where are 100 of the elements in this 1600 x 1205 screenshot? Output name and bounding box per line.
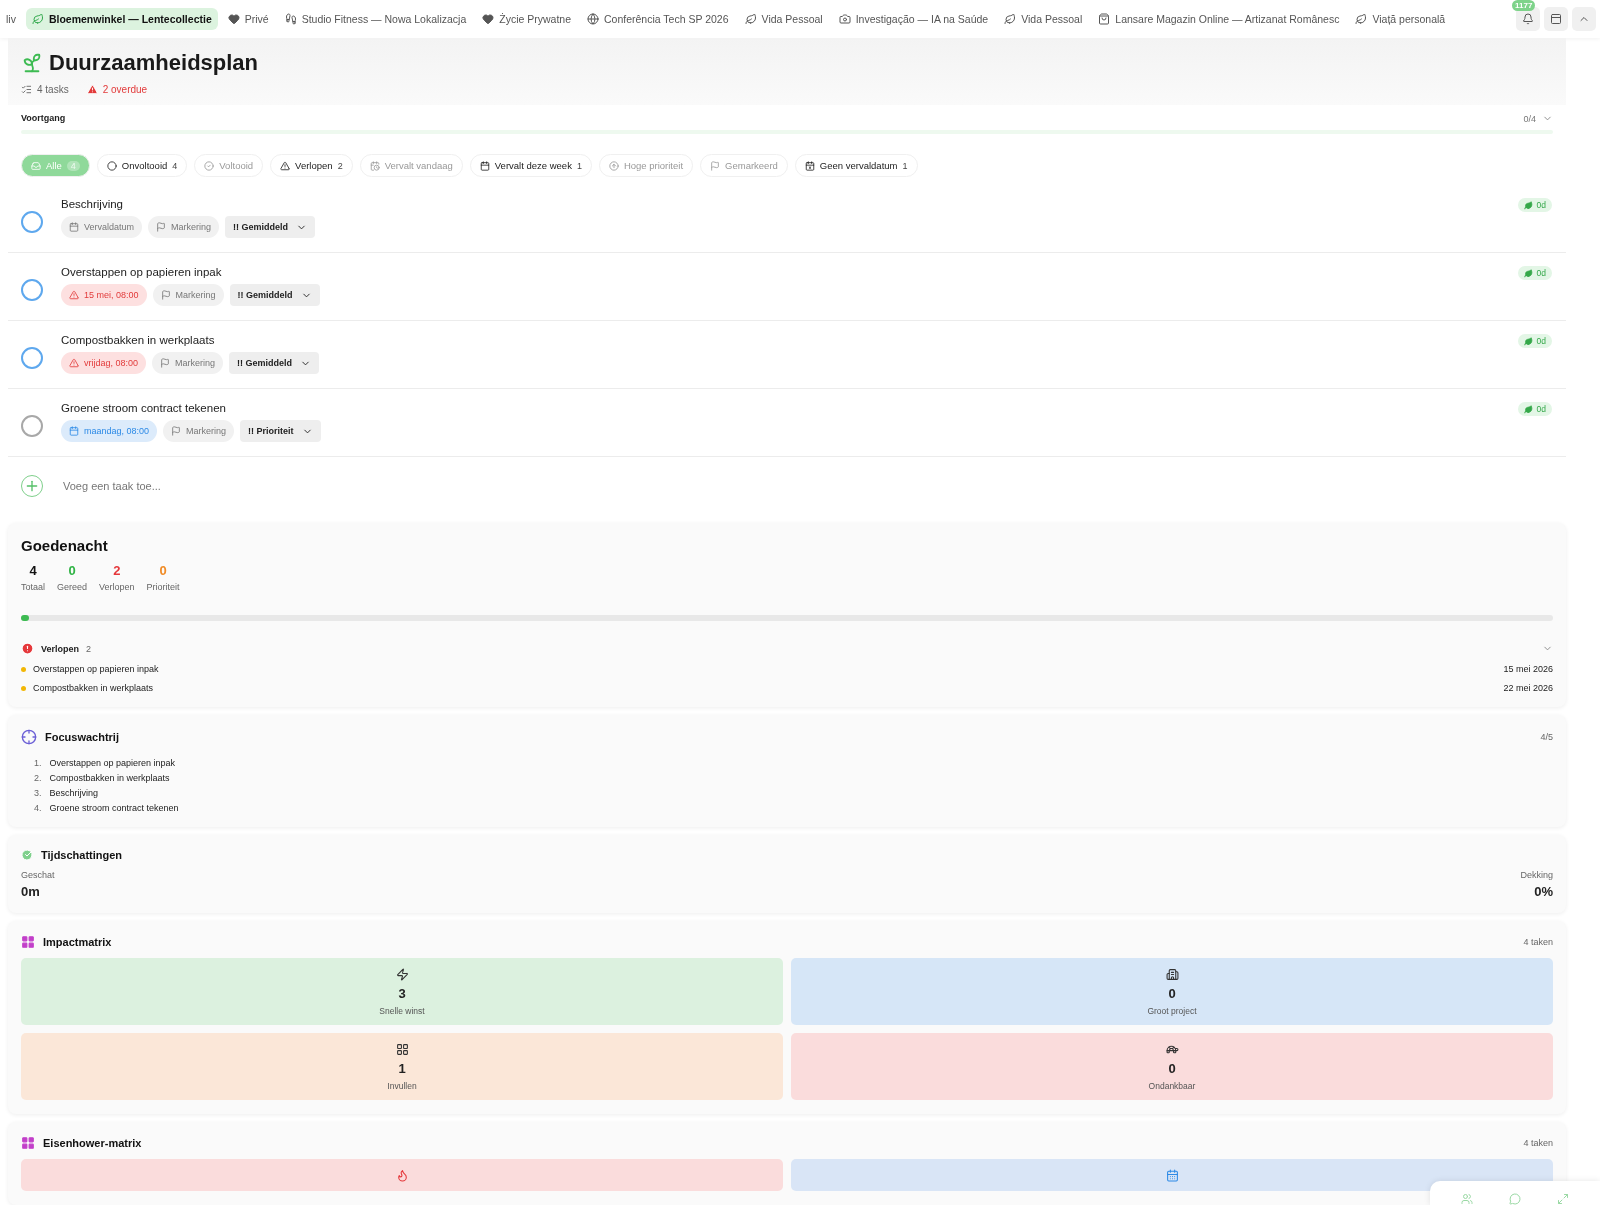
stat-value: 0 (159, 563, 167, 578)
task-checkbox[interactable] (21, 415, 43, 437)
leaf-icon (1355, 13, 1368, 25)
workspace-tab[interactable]: liv (0, 8, 22, 30)
stat-value: 0 (68, 563, 76, 578)
task-checkbox[interactable] (21, 211, 43, 233)
inbox-icon (31, 160, 41, 171)
focus-count: 4/5 (1540, 732, 1553, 742)
workspace-tab[interactable]: Studio Fitness — Nowa Lokalizacja (278, 8, 473, 30)
heart-icon (482, 13, 495, 25)
priority-dropdown[interactable]: !! Prioriteit (240, 420, 321, 442)
quadrant-count: 0 (1168, 986, 1176, 1001)
focus-task: Compostbakken in werkplaats (49, 773, 170, 783)
eisenhower-title: Eisenhower-matrix (43, 1137, 142, 1149)
priority-dropdown[interactable]: !! Gemiddeld (225, 216, 316, 238)
flag-button[interactable]: Markering (152, 352, 224, 374)
impact-title: Impactmatrix (43, 936, 112, 948)
notifications-button[interactable] (1516, 7, 1540, 31)
focus-task: Groene stroom contract tekenen (49, 803, 179, 813)
leaf-icon (1523, 200, 1533, 210)
matrix-quadrant[interactable]: 3 Snelle winst (21, 958, 783, 1025)
users-icon[interactable] (1461, 1193, 1473, 1205)
progress-count: 0/4 (1523, 113, 1536, 124)
list-number: 3. (34, 788, 42, 798)
filter-chip[interactable]: Geen vervaldatum 1 (794, 154, 918, 177)
grid-icon (21, 935, 35, 949)
overdue-task: Compostbakken in werkplaats (33, 683, 154, 693)
due-date-button[interactable]: Vervaldatum (61, 216, 143, 238)
bell-icon (1522, 13, 1534, 25)
warning-icon (69, 290, 79, 300)
task-title: Compostbakken in werkplaats (61, 334, 216, 346)
layout-button[interactable] (1544, 7, 1568, 31)
list-number: 4. (34, 803, 42, 813)
turtle-icon (1165, 1043, 1179, 1056)
stat-label: Verlopen (99, 582, 135, 592)
workspace-tab[interactable]: Viață personală (1349, 8, 1452, 30)
overdue-count: 2 (86, 643, 92, 654)
filter-chip[interactable]: Verlopen 2 (270, 154, 353, 177)
workspace-tab[interactable]: Życie Prywatne (476, 8, 577, 30)
leaf-icon (1004, 13, 1017, 25)
globe-icon (587, 13, 599, 25)
due-date-button[interactable]: 15 mei, 08:00 (61, 284, 147, 306)
progress-label: Voortgang (21, 113, 66, 124)
filter-chip[interactable]: Onvoltooid 4 (96, 154, 188, 177)
add-task-field[interactable]: Voeg een taak toe... (61, 479, 1553, 493)
age-badge: 0d (1517, 266, 1552, 280)
expand-icon[interactable] (1557, 1193, 1569, 1205)
coverage-label: Dekking (1520, 870, 1553, 880)
panel-icon (1550, 13, 1562, 25)
flag-button[interactable]: Markering (148, 216, 220, 238)
workspace-tab[interactable]: Investigação — IA na Saúde (832, 8, 995, 30)
overdue-date: 22 mei 2026 (1503, 683, 1553, 693)
circle-icon (106, 160, 117, 171)
flag-icon (171, 426, 182, 436)
flag-button[interactable]: Markering (163, 420, 235, 442)
workspace-tab[interactable]: Vida Pessoal (738, 8, 829, 30)
footprints-icon (284, 13, 297, 25)
checklist-icon (21, 84, 32, 95)
workspace-tab[interactable]: Lansare Magazin Online — Artizanat Românesc (1092, 8, 1346, 30)
due-date-button[interactable]: vrijdag, 08:00 (61, 352, 147, 374)
matrix-quadrant[interactable]: 0 Groot project (791, 958, 1553, 1025)
age-badge: 0d (1517, 334, 1552, 348)
matrix-quadrant[interactable]: 1 Invullen (21, 1033, 783, 1100)
check-icon (21, 849, 33, 861)
crosshair-icon (21, 729, 37, 745)
chat-icon[interactable] (1509, 1193, 1521, 1205)
grid-icon (395, 1043, 409, 1056)
workspace-tab[interactable]: Conferência Tech SP 2026 (581, 8, 735, 30)
quadrant-label: Invullen (387, 1081, 417, 1091)
priority-dropdown[interactable]: !! Gemiddeld (229, 352, 320, 374)
leaf-icon (1523, 268, 1533, 278)
calendar-x-icon (804, 160, 815, 171)
flag-icon (160, 290, 171, 300)
leaf-icon (31, 13, 44, 25)
calendar-icon (1165, 1169, 1179, 1182)
matrix-quadrant[interactable] (21, 1159, 783, 1191)
priority-dropdown[interactable]: !! Gemiddeld (229, 284, 320, 306)
focus-task: Overstappen op papieren inpak (49, 758, 176, 768)
task-count: 4 taken (1523, 937, 1553, 947)
alert-icon (280, 160, 291, 171)
calendar-icon (69, 222, 79, 232)
estimate-label: Geschat (21, 870, 55, 880)
task-count: 4 tasks (37, 84, 69, 95)
leaf-icon (1523, 404, 1533, 414)
leaf-icon (1523, 336, 1533, 346)
matrix-quadrant[interactable]: 0 Ondankbaar (791, 1033, 1553, 1100)
workspace-tab[interactable]: Vida Pessoal (998, 8, 1089, 30)
warning-icon (69, 358, 79, 368)
summary-title: Goedenacht (21, 537, 109, 554)
flag-button[interactable]: Markering (152, 284, 224, 306)
camera-icon (838, 13, 851, 25)
matrix-quadrant[interactable] (791, 1159, 1553, 1191)
calendar-icon (69, 426, 79, 436)
task-checkbox[interactable] (21, 279, 43, 301)
task-checkbox[interactable] (21, 347, 43, 369)
workspace-tab[interactable]: Privé (221, 8, 275, 30)
workspace-tab[interactable]: Bloemenwinkel — Lentecollectie (25, 8, 218, 30)
stat-value: 4 (29, 563, 37, 578)
filter-chip[interactable]: Vervalt deze week 1 (469, 154, 592, 177)
grid-icon (21, 1136, 35, 1150)
